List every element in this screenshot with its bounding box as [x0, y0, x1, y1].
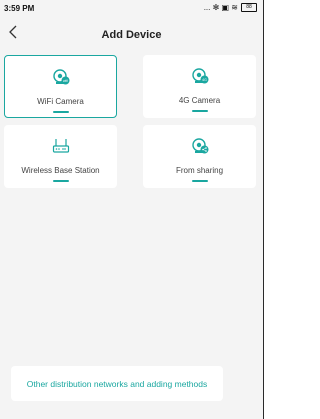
card-underline [52, 111, 69, 113]
frame-divider [263, 0, 264, 419]
card-underline [191, 180, 208, 182]
svg-text:wifi: wifi [62, 79, 67, 83]
page-title: Add Device [101, 29, 162, 41]
base-station-icon [52, 139, 69, 153]
battery-icon: 88 [241, 3, 257, 12]
device-card-base-station[interactable]: Wireless Base Station [4, 125, 117, 188]
device-label: WiFi Camera [37, 97, 84, 106]
device-label: Wireless Base Station [21, 166, 100, 175]
device-grid: wifi WiFi Camera 4G 4G Camera Wireless B… [4, 55, 258, 188]
other-methods-button[interactable]: Other distribution networks and adding m… [11, 366, 223, 401]
device-card-4g-camera[interactable]: 4G 4G Camera [143, 55, 256, 118]
wifi-camera-icon: wifi [52, 69, 69, 85]
header: Add Device [0, 25, 263, 46]
status-icons: ... ✻ ▣ ≋ 88 [204, 3, 257, 12]
svg-text:4G: 4G [202, 78, 207, 82]
device-card-from-sharing[interactable]: From sharing [143, 125, 256, 188]
device-label: 4G Camera [178, 96, 221, 105]
share-camera-icon [191, 138, 208, 154]
device-card-wifi-camera[interactable]: wifi WiFi Camera [4, 55, 117, 118]
card-underline [191, 110, 208, 112]
4g-camera-icon: 4G [191, 68, 208, 84]
status-indicators: ... ✻ ▣ ≋ [203, 3, 238, 12]
device-label: From sharing [175, 166, 224, 175]
phone-screen: 3:59 PM ... ✻ ▣ ≋ 88 Add Device wifi WiF… [0, 0, 263, 419]
status-bar: 3:59 PM ... ✻ ▣ ≋ 88 [0, 0, 263, 18]
card-underline [52, 180, 69, 182]
status-time: 3:59 PM [4, 4, 35, 13]
